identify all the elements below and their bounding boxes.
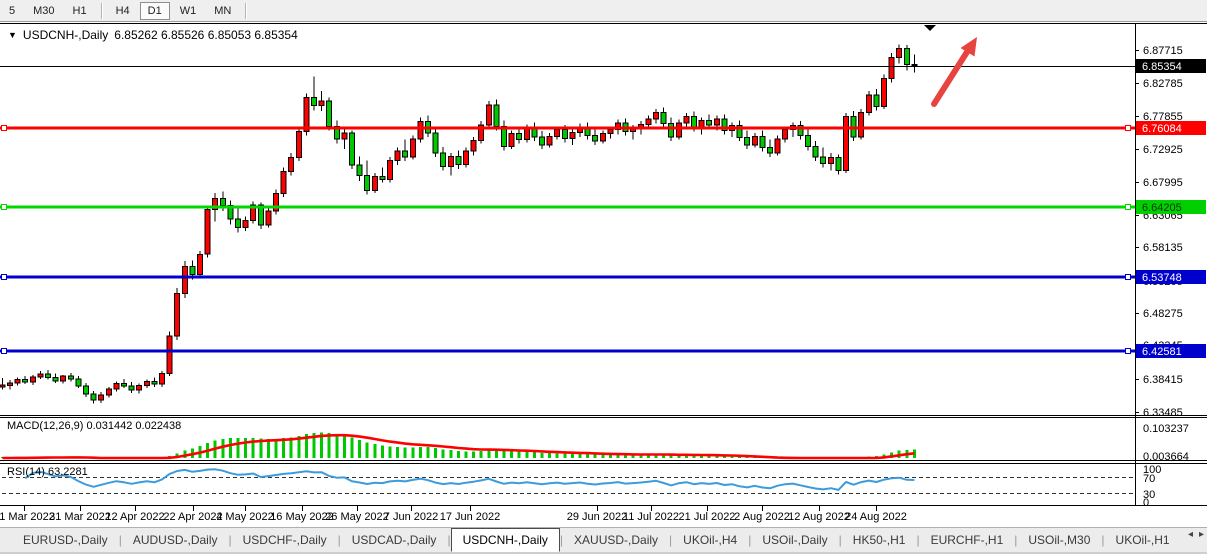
svg-text:6.64205: 6.64205 [1142,202,1182,214]
tab-usdcnh-daily[interactable]: USDCNH-,Daily [451,528,560,552]
tab-usoil-daily[interactable]: USOil-,Daily [751,528,838,552]
price-tick-label: 6.67995 [1143,177,1183,189]
tab-scroll-right-icon[interactable]: ▸ [1199,529,1204,540]
tab-ukoil-h4[interactable]: UKOil-,H4 [672,528,748,552]
date-tick-label: 7 Jun 2022 [384,511,438,523]
macd-axis-label: 0.103237 [1143,423,1189,435]
date-tick-label: 4 May 2022 [216,511,273,523]
tab-eurusd-daily[interactable]: EURUSD-,Daily [12,528,119,552]
top-triangle-marker-icon[interactable] [924,25,936,31]
mt4-chart-window: 5M30H1H4D1W1MN ▼ USDCNH-,Daily 6.85262 6… [0,0,1207,554]
price-tick-label: 6.48275 [1143,308,1183,320]
tab-scroll-left-icon[interactable]: ◂ [1188,529,1193,540]
date-tick-label: 12 Apr 2022 [105,511,164,523]
chart-canvas[interactable]: 6.877156.827856.778556.729256.679956.630… [0,0,1207,527]
tab-audusd-daily[interactable]: AUDUSD-,Daily [122,528,229,552]
svg-text:6.85354: 6.85354 [1142,61,1182,73]
price-tick-label: 6.82785 [1143,78,1183,90]
tab-usdcad-daily[interactable]: USDCAD-,Daily [341,528,448,552]
date-tick-label: 21 Mar 2022 [0,511,55,523]
date-tick-label: 17 Jun 2022 [440,511,501,523]
price-line-box-6-42581: 6.42581 [1136,344,1206,358]
macd-histogram [1,433,916,459]
tab-usoil-m30[interactable]: USOil-,M30 [1017,528,1101,552]
svg-text:6.76084: 6.76084 [1142,123,1182,135]
rsi-line [25,469,914,490]
tab-usdchf-daily[interactable]: USDCHF-,Daily [232,528,338,552]
svg-text:6.53748: 6.53748 [1142,272,1182,284]
rsi-axis-label: 70 [1143,473,1155,485]
tab-eurchf-h1[interactable]: EURCHF-,H1 [920,528,1015,552]
price-tick-label: 6.38415 [1143,374,1183,386]
price-line-box-6-64205: 6.64205 [1136,200,1206,214]
date-tick-label: 2 Aug 2022 [734,511,790,523]
date-tick-label: 12 Aug 2022 [788,511,850,523]
tab-ukoil-h1[interactable]: UKOil-,H1 [1105,528,1181,552]
price-line-box-6-76084: 6.76084 [1136,121,1206,135]
price-tick-label: 6.87715 [1143,45,1183,57]
price-line-box-6-53748: 6.53748 [1136,270,1206,284]
date-tick-label: 29 Jun 2022 [567,511,628,523]
price-tick-label: 6.33485 [1143,407,1183,419]
date-tick-label: 11 Jul 2022 [623,511,679,523]
rsi-axis-label: 0 [1143,497,1149,509]
date-tick-label: 31 Mar 2022 [49,511,111,523]
tab-hk50-h1[interactable]: HK50-,H1 [842,528,917,552]
pane-borders [0,24,1207,507]
tab-xauusd-daily[interactable]: XAUUSD-,Daily [563,528,669,552]
price-line-box-6-85354: 6.85354 [1136,59,1206,73]
price-axis: 6.877156.827856.778556.729256.679956.630… [1135,45,1206,419]
date-tick-label: 21 Jul 2022 [679,511,736,523]
date-tick-label: 26 May 2022 [325,511,389,523]
rsi-level-lines [2,478,1135,494]
date-tick-label: 22 Apr 2022 [163,511,222,523]
price-tick-label: 6.72925 [1143,144,1183,156]
chart-tab-bar: EURUSD-,Daily|AUDUSD-,Daily|USDCHF-,Dail… [0,527,1207,554]
trend-arrow-annotation[interactable] [934,37,977,104]
macd-axis-label: 0.003664 [1143,451,1189,463]
horizontal-lines[interactable] [0,126,1135,354]
svg-text:6.42581: 6.42581 [1142,346,1182,358]
price-tick-label: 6.58135 [1143,242,1183,254]
date-axis: 21 Mar 202231 Mar 202212 Apr 202222 Apr … [0,506,907,523]
tab-scrollers: ◂ ▸ [1188,529,1204,540]
date-tick-label: 24 Aug 2022 [845,511,907,523]
